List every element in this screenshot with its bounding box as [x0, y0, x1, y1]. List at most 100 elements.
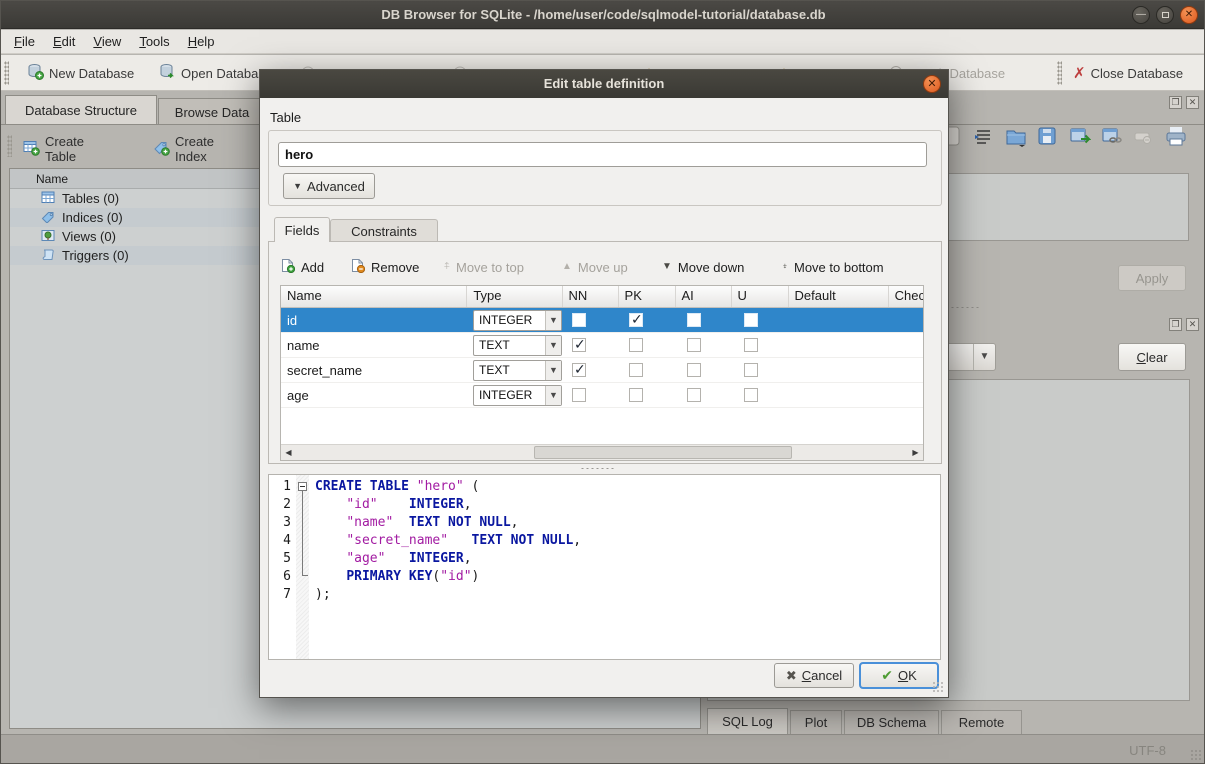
ai-checkbox[interactable]	[687, 388, 701, 402]
dialog-titlebar[interactable]: Edit table definition ✕	[260, 70, 948, 98]
resize-grip[interactable]	[1190, 749, 1202, 761]
ai-checkbox[interactable]	[687, 313, 701, 327]
close-icon[interactable]: ✕	[1180, 6, 1198, 24]
type-dropdown[interactable]: TEXT ▼	[473, 360, 562, 381]
nn-checkbox[interactable]	[572, 338, 586, 352]
dialog-splitter[interactable]	[580, 467, 616, 470]
chevron-down-icon[interactable]: ▼	[545, 311, 561, 330]
pk-checkbox[interactable]	[629, 388, 643, 402]
u-checkbox[interactable]	[744, 388, 758, 402]
advanced-button[interactable]: ▼ Advanced	[283, 173, 375, 199]
apply-button[interactable]: Apply	[1118, 265, 1186, 291]
remove-field-button[interactable]: Remove	[350, 254, 419, 280]
menu-view[interactable]: View	[84, 32, 130, 51]
toolbar-handle[interactable]	[7, 135, 12, 157]
field-name-cell[interactable]: id	[281, 308, 471, 332]
fields-table-header[interactable]: Name Type NN PK AI U Default Check	[281, 286, 923, 308]
close-database-label: Close Database	[1091, 66, 1184, 81]
create-index-icon	[153, 140, 170, 159]
tab-plot[interactable]: Plot	[790, 710, 842, 735]
horizontal-scrollbar[interactable]: ◀ ▶	[281, 444, 923, 460]
dialog-resize-grip[interactable]	[932, 681, 944, 693]
ai-checkbox[interactable]	[687, 363, 701, 377]
tab-db-schema[interactable]: DB Schema	[844, 710, 939, 735]
u-checkbox[interactable]	[744, 363, 758, 377]
nn-checkbox[interactable]	[572, 313, 586, 327]
tab-constraints[interactable]: Constraints	[330, 219, 438, 242]
pk-checkbox[interactable]	[629, 313, 643, 327]
save-file-icon[interactable]	[1037, 125, 1057, 147]
default-cell[interactable]	[798, 333, 900, 357]
tab-sql-log[interactable]: SQL Log	[707, 708, 788, 735]
move-down-icon: ▼	[662, 262, 672, 272]
tab-remote[interactable]: Remote	[941, 710, 1022, 735]
move-to-top-button[interactable]: ⍏ Move to top	[444, 254, 524, 280]
u-checkbox[interactable]	[744, 313, 758, 327]
field-name-cell[interactable]: name	[281, 333, 471, 357]
create-table-button[interactable]: Create Table	[23, 134, 84, 164]
set-null-icon[interactable]	[1133, 125, 1153, 147]
nn-checkbox[interactable]	[572, 388, 586, 402]
nn-checkbox[interactable]	[572, 363, 586, 377]
toolbar-handle[interactable]	[4, 61, 9, 85]
default-cell[interactable]	[798, 358, 900, 382]
menu-file[interactable]: File	[5, 32, 44, 51]
field-name-cell[interactable]: age	[281, 383, 471, 407]
scroll-left-icon[interactable]: ◀	[281, 445, 296, 460]
chevron-down-icon[interactable]: ▼	[545, 361, 561, 380]
ai-checkbox[interactable]	[687, 338, 701, 352]
tab-browse-data[interactable]: Browse Data	[158, 98, 266, 125]
table-row[interactable]: age INTEGER ▼	[281, 383, 923, 408]
field-name-cell[interactable]: secret_name	[281, 358, 471, 382]
open-file-icon[interactable]	[1005, 125, 1025, 147]
encoding-indicator[interactable]: UTF-8	[1129, 743, 1166, 758]
menu-help[interactable]: Help	[179, 32, 224, 51]
scroll-right-icon[interactable]: ▶	[908, 445, 923, 460]
create-index-button[interactable]: Create Index	[153, 134, 214, 164]
fold-guide-line	[302, 491, 303, 575]
close-database-button[interactable]: ✗ Close Database	[1073, 62, 1183, 84]
type-dropdown[interactable]: TEXT ▼	[473, 335, 562, 356]
move-to-bottom-button[interactable]: ⍖ Move to bottom	[782, 254, 884, 280]
table-row[interactable]: id INTEGER ▼	[281, 308, 923, 333]
default-cell[interactable]	[798, 383, 900, 407]
pk-checkbox[interactable]	[629, 338, 643, 352]
table-name-input[interactable]: hero	[278, 142, 927, 167]
chevron-down-icon[interactable]: ▼	[545, 386, 561, 405]
minimize-icon[interactable]: —	[1132, 6, 1150, 24]
add-field-button[interactable]: Add	[280, 254, 324, 280]
dialog-close-icon[interactable]: ✕	[923, 75, 941, 93]
tab-fields[interactable]: Fields	[274, 217, 330, 242]
new-database-button[interactable]: New Database	[27, 62, 134, 84]
table-row[interactable]: name TEXT ▼	[281, 333, 923, 358]
type-dropdown[interactable]: INTEGER ▼	[473, 385, 562, 406]
type-dropdown[interactable]: INTEGER ▼	[473, 310, 562, 331]
maximize-icon[interactable]	[1156, 6, 1174, 24]
move-up-button[interactable]: ▲ Move up	[562, 254, 628, 280]
chevron-down-icon[interactable]: ▼	[545, 336, 561, 355]
tab-database-structure[interactable]: Database Structure	[5, 95, 157, 125]
pk-checkbox[interactable]	[629, 363, 643, 377]
print-icon[interactable]	[1165, 125, 1185, 147]
dock-close-icon[interactable]: ✕	[1186, 96, 1199, 109]
menu-edit[interactable]: Edit	[44, 32, 84, 51]
cancel-button[interactable]: ✖ Cancel	[774, 663, 854, 688]
move-down-button[interactable]: ▼ Move down	[662, 254, 744, 280]
fold-collapse-icon[interactable]	[298, 482, 307, 491]
import-text-icon[interactable]	[973, 125, 993, 147]
menu-tools[interactable]: Tools	[130, 32, 178, 51]
dock-float-icon[interactable]: ❐	[1169, 96, 1182, 109]
dock-splitter[interactable]	[945, 306, 979, 309]
open-database-button[interactable]: Open Database	[159, 62, 272, 84]
scrollbar-thumb[interactable]	[534, 446, 792, 459]
sql-preview-editor[interactable]: 1234567 CREATE TABLE "hero" ( "id" INTEG…	[268, 474, 941, 660]
dock-float-icon[interactable]: ❐	[1169, 318, 1182, 331]
link-cell-icon[interactable]	[1101, 125, 1121, 147]
default-cell[interactable]	[798, 308, 900, 332]
clear-button[interactable]: Clear	[1118, 343, 1186, 371]
export-cell-icon[interactable]	[1069, 125, 1089, 147]
ok-button[interactable]: ✔ OK	[860, 663, 938, 688]
table-row[interactable]: secret_name TEXT ▼	[281, 358, 923, 383]
dock-close-icon[interactable]: ✕	[1186, 318, 1199, 331]
u-checkbox[interactable]	[744, 338, 758, 352]
